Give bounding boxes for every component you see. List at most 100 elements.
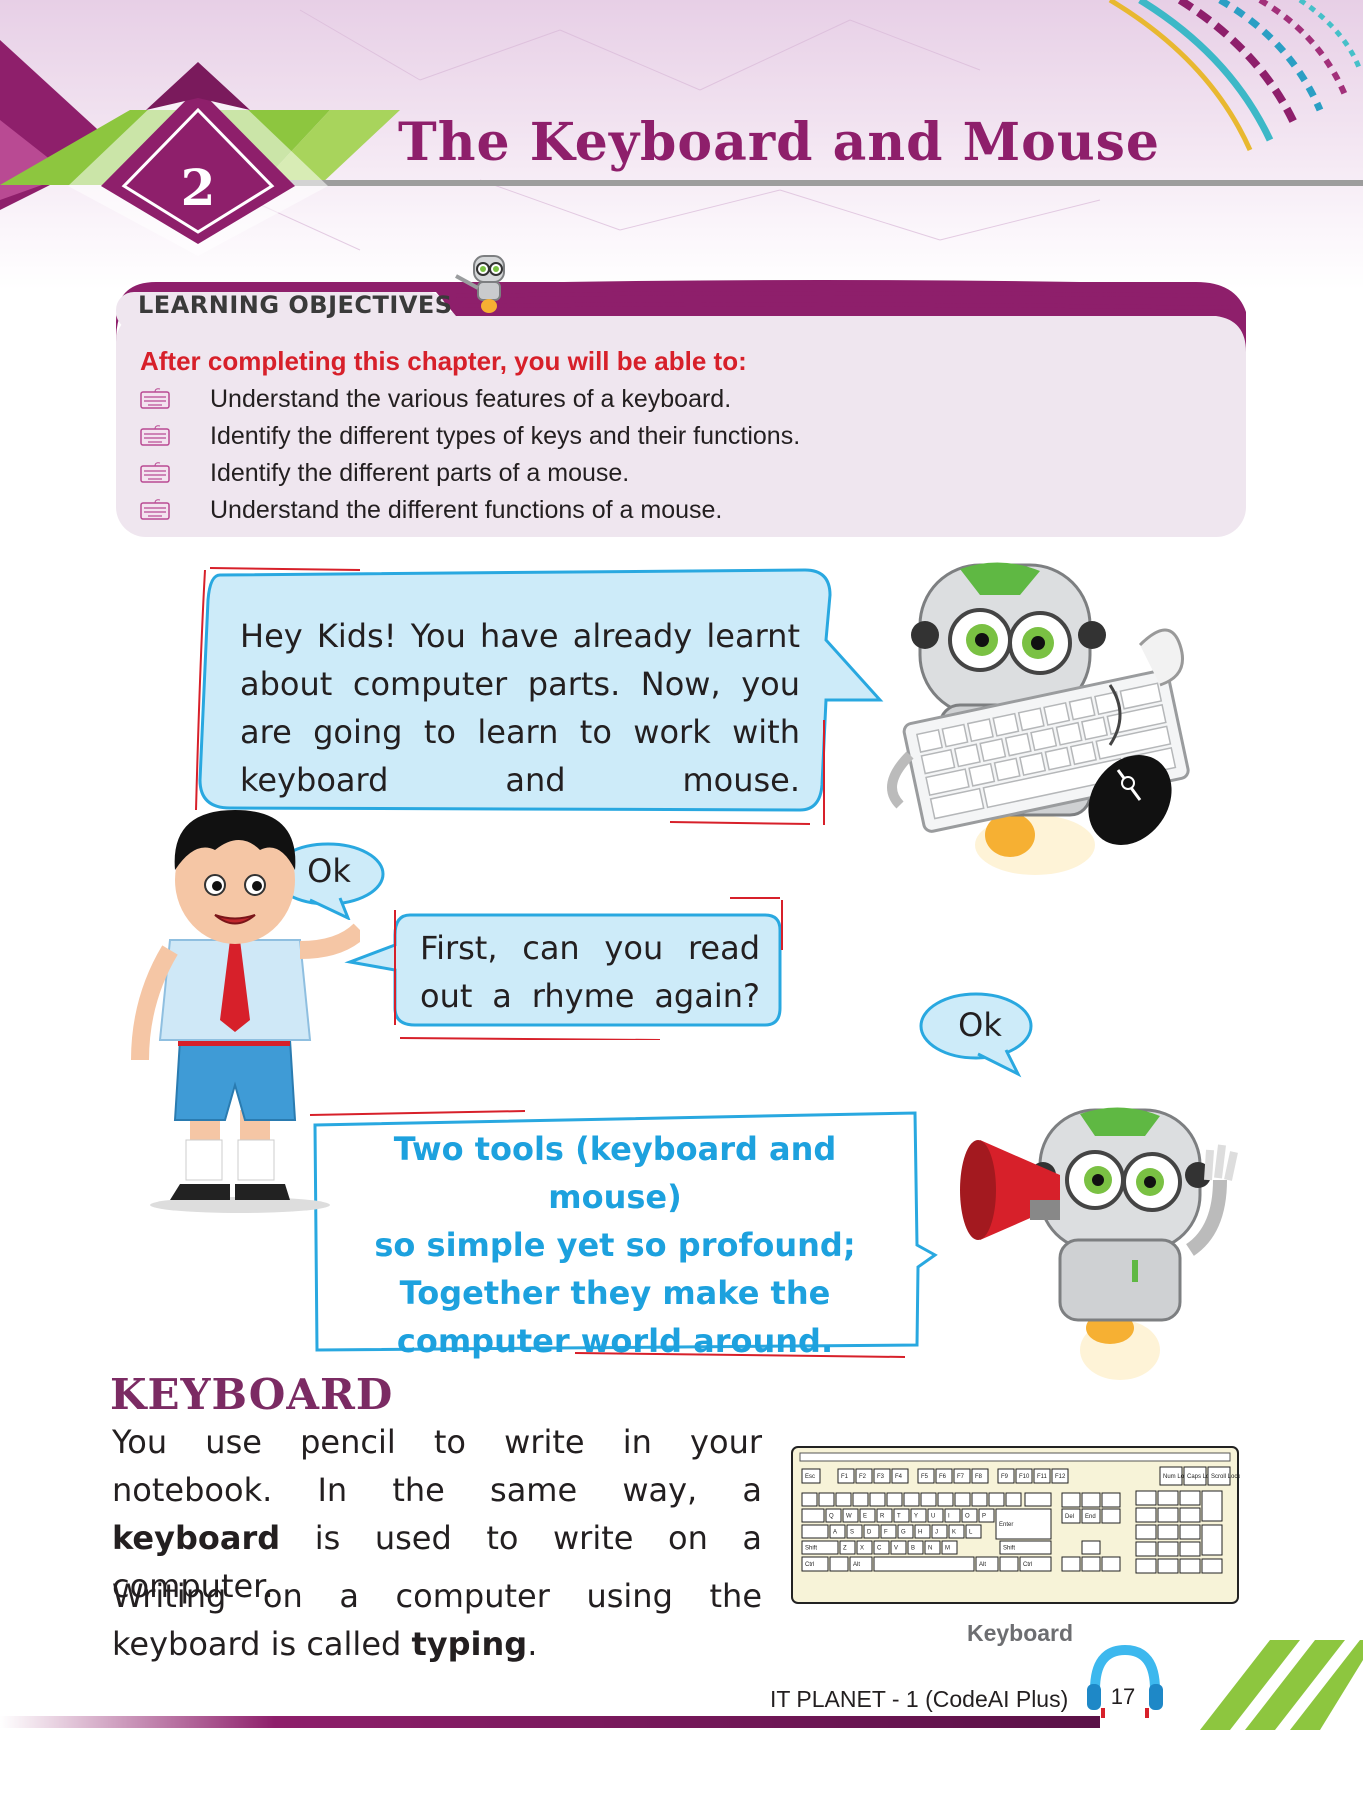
keyboard-key-label: F5 [921, 1474, 929, 1480]
keyboard-key [801, 1492, 818, 1507]
keyboard-key [954, 1492, 971, 1507]
keyboard-key-label: M [945, 1546, 950, 1552]
objective-text: Identify the different parts of a mouse. [210, 458, 630, 487]
footer-stripes-decoration [1200, 1640, 1363, 1730]
keyboard-key-label: R [880, 1514, 885, 1520]
robot-ok-text: Ok [958, 1006, 1002, 1044]
keyboard-key [886, 1492, 903, 1507]
keyboard-key-label: X [860, 1546, 864, 1552]
keyboard-key [1157, 1558, 1179, 1574]
keyboard-bullet-icon [140, 388, 170, 409]
keyboard-key-label: Ctrl [805, 1562, 814, 1568]
keyboard-key [1179, 1524, 1201, 1540]
keyboard-key-label: E [863, 1514, 867, 1520]
keyboard-key-label: F7 [957, 1474, 965, 1480]
keyboard-key [1179, 1558, 1201, 1574]
keyboard-key [971, 1492, 988, 1507]
keyboard-key-label: S [850, 1530, 854, 1536]
keyboard-key [1061, 1556, 1081, 1572]
robot-mascot-small [455, 255, 505, 313]
chapter-number: 2 [180, 158, 216, 217]
keyboard-key [1201, 1490, 1223, 1522]
keyboard-illustration: Esc F1 F2 F3 F4 F5 F6 F7 F8 F9 F10 F11 F12 Num LockCa… [791, 1446, 1240, 1604]
keyboard-key-label: F8 [975, 1474, 983, 1480]
keyboard-key-label: Enter [999, 1522, 1013, 1528]
objective-item: Identify the different parts of a mouse. [140, 455, 629, 491]
keyword-typing: typing [411, 1625, 528, 1663]
keyboard-key-label: C [877, 1546, 882, 1552]
keyboard-section-heading: KEYBOARD [110, 1370, 394, 1419]
keyboard-key [1135, 1541, 1157, 1557]
keyboard-key [1024, 1492, 1052, 1507]
keyboard-key-label: F10 [1019, 1474, 1030, 1480]
keyboard-key-label: G [901, 1530, 906, 1536]
robot-question-text: First, can you read out a rhyme again? [420, 929, 760, 1015]
keyboard-key [801, 1508, 825, 1523]
rhyme-line: Two tools (keyboard and mouse) [393, 1130, 837, 1216]
objective-item: Understand the various features of a key… [140, 381, 731, 417]
keyboard-key-label: Alt [979, 1562, 986, 1568]
keyboard-key-label: Y [914, 1514, 918, 1520]
robot-with-keyboard-illustration [887, 562, 1190, 875]
keyboard-key-label: K [952, 1530, 956, 1536]
objective-text: Understand the different functions of a … [210, 495, 723, 524]
chapter-title: The Keyboard and Mouse [398, 112, 1161, 173]
keyboard-key-label: U [931, 1514, 935, 1520]
objective-item: Identify the different types of keys and… [140, 418, 800, 454]
rhyme-line: computer world around. [396, 1322, 834, 1360]
keyboard-key-label: P [982, 1514, 986, 1520]
keyboard-key [1081, 1492, 1101, 1508]
keyboard-key [1179, 1541, 1201, 1557]
keyboard-key [1179, 1507, 1201, 1523]
keyboard-key-label: J [935, 1530, 938, 1536]
keyboard-key-label: F9 [1001, 1474, 1009, 1480]
objective-item: Understand the different functions of a … [140, 492, 722, 528]
keyboard-key-label: Ctrl [1023, 1562, 1032, 1568]
keyboard-key [1135, 1490, 1157, 1506]
keyboard-key-label: N [928, 1546, 932, 1552]
keyboard-key [869, 1492, 886, 1507]
keyboard-key [1157, 1541, 1179, 1557]
keyword-keyboard: keyboard [112, 1519, 281, 1557]
objective-text: Understand the various features of a key… [210, 384, 732, 413]
keyboard-key-label: Z [843, 1546, 847, 1552]
keyboard-key-label: W [846, 1514, 852, 1520]
robot-greeting-text: Hey Kids! You have already learnt about … [240, 617, 800, 799]
keyboard-key [1157, 1524, 1179, 1540]
keyboard-key [1101, 1492, 1121, 1508]
keyboard-key [1135, 1558, 1157, 1574]
keyboard-key-label: F12 [1055, 1474, 1066, 1480]
keyboard-key-label: F3 [877, 1474, 885, 1480]
keyboard-key-label: F2 [859, 1474, 867, 1480]
keyboard-key [1135, 1507, 1157, 1523]
rhyme-line: Together they make the [399, 1274, 831, 1312]
keyboard-key [1179, 1490, 1201, 1506]
keyboard-key-label: Q [829, 1514, 834, 1520]
page-number: 17 [1110, 1684, 1136, 1709]
keyboard-paragraph-2: Writing on a computer using the keyboard… [112, 1572, 762, 1668]
paragraph-text: . [527, 1625, 538, 1663]
keyboard-key [1101, 1508, 1121, 1524]
keyboard-key [920, 1492, 937, 1507]
keyboard-key [999, 1556, 1019, 1572]
keyboard-key [852, 1492, 869, 1507]
objective-text: Identify the different types of keys and… [210, 421, 801, 450]
keyboard-key-label: Esc [805, 1474, 815, 1480]
keyboard-bullet-icon [140, 499, 170, 520]
keyboard-key [1135, 1524, 1157, 1540]
keyboard-key-label: Del [1065, 1514, 1074, 1520]
keyboard-key [835, 1492, 852, 1507]
keyboard-key [873, 1556, 975, 1572]
keyboard-key [1101, 1556, 1121, 1572]
keyboard-key [818, 1492, 835, 1507]
keyboard-key-label: F [884, 1530, 888, 1536]
keyboard-key [1081, 1540, 1101, 1555]
boy-illustration [131, 810, 360, 1213]
footer-bar [0, 1716, 1100, 1728]
keyboard-key-label: O [965, 1514, 970, 1520]
robot-with-megaphone-illustration [960, 1107, 1238, 1380]
paragraph-text: You use pencil to write in your notebook… [112, 1423, 762, 1509]
keyboard-key [1201, 1524, 1223, 1556]
keyboard-key-label: End [1085, 1514, 1096, 1520]
rhyme-text: Two tools (keyboard and mouse) so simple… [325, 1125, 905, 1365]
